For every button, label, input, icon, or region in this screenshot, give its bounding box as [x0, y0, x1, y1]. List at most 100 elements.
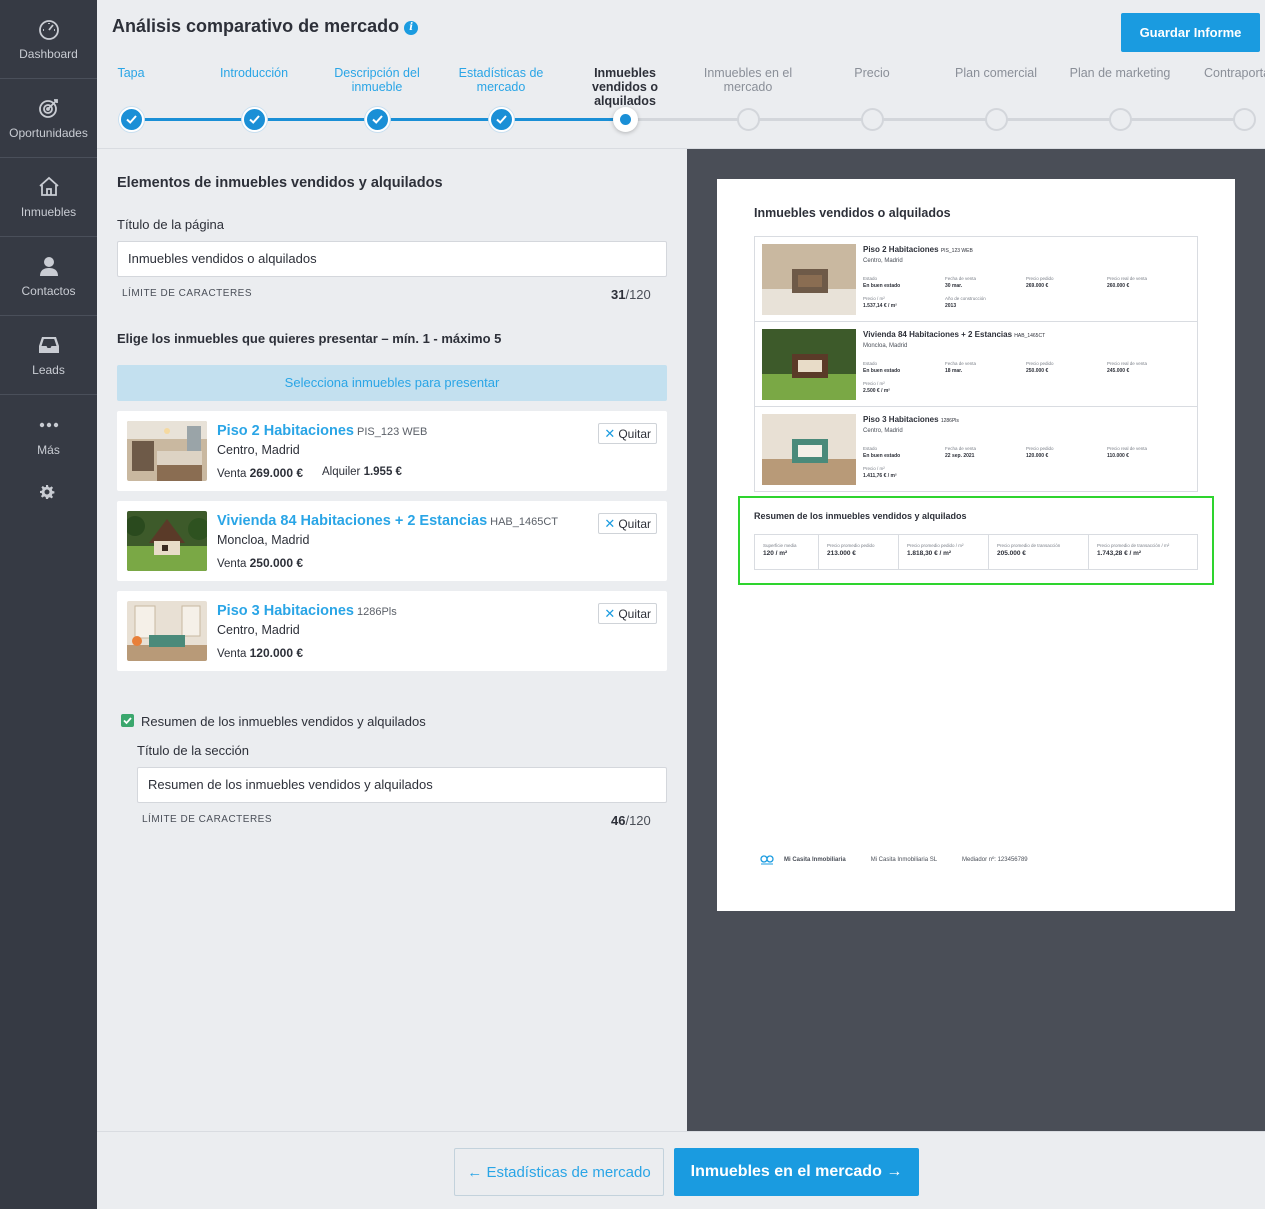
property-name[interactable]: Piso 3 Habitaciones 1286Pls	[217, 603, 397, 619]
stepper-connector	[131, 118, 254, 121]
sidebar-item-leads[interactable]: Leads	[0, 316, 97, 395]
rent-label: Alquiler	[322, 466, 361, 478]
arrow-left-icon: ←	[467, 1163, 483, 1181]
preview-field-value: 1.537,14 € / m²	[863, 303, 897, 309]
preview-field-label: Precio pedido	[1026, 276, 1054, 281]
property-ref: HAB_1465CT	[490, 516, 559, 528]
stepper-connector	[1120, 118, 1244, 121]
property-card: Piso 3 Habitaciones 1286Pls Centro, Madri…	[117, 591, 667, 671]
sidebar-item-label: Inmuebles	[20, 205, 77, 219]
step-8[interactable]: Plan comercial	[941, 66, 1051, 131]
stepper-connector	[748, 118, 872, 121]
step-4[interactable]: Estadísticas de mercado	[446, 66, 556, 132]
preview-field-label: Fecha de venta	[945, 361, 977, 366]
preview-panel: Inmuebles vendidos o alquilados Piso 2 H…	[687, 149, 1265, 1131]
info-icon[interactable]: i	[404, 21, 419, 35]
summary-value: 205.000 €	[997, 550, 1026, 557]
step-7[interactable]: Precio	[817, 66, 927, 131]
check-icon	[126, 115, 137, 124]
sidebar-item-inmuebles[interactable]: Inmuebles	[0, 158, 97, 237]
remove-property-button[interactable]: ✕ Quitar	[598, 513, 657, 534]
property-name[interactable]: Piso 2 Habitaciones PIS_123 WEB	[217, 423, 427, 439]
previous-step-button[interactable]: ← Estadísticas de mercado	[454, 1148, 664, 1196]
step-pending-indicator	[1109, 108, 1132, 131]
person-icon	[39, 257, 58, 276]
preview-field-value: 269.000 €	[1026, 283, 1049, 289]
preview-field-value: 250.000 €	[1026, 368, 1049, 374]
preview-field-value: 22 sep. 2021	[945, 453, 975, 459]
step-active-indicator	[613, 107, 638, 132]
stepper-connector	[872, 118, 996, 121]
sidebar-item-label: Contactos	[21, 284, 76, 298]
step-5[interactable]: Inmuebles vendidos o alquilados	[570, 66, 680, 132]
property-thumbnail	[127, 421, 207, 481]
property-name[interactable]: Vivienda 84 Habitaciones + 2 Estancias HA…	[217, 513, 558, 529]
preview-name-text: Piso 2 Habitaciones	[863, 245, 939, 254]
gear-icon[interactable]	[39, 484, 55, 500]
property-thumbnail	[127, 511, 207, 571]
sidebar-item-contactos[interactable]: Contactos	[0, 237, 97, 316]
preview-field-label: Estado	[863, 446, 878, 451]
save-report-button[interactable]: Guardar Informe	[1121, 13, 1260, 52]
preview-field-label: Estado	[863, 361, 878, 366]
section-heading: Elementos de inmuebles vendidos y alquil…	[117, 175, 443, 191]
sale-value: 250.000 €	[249, 556, 304, 570]
property-ref: PIS_123 WEB	[357, 426, 428, 438]
summary-label: Precio promedio de transacción / m²	[1097, 543, 1170, 548]
property-location: Centro, Madrid	[217, 623, 300, 637]
preview-property-image	[762, 244, 856, 315]
step-9[interactable]: Plan de marketing	[1065, 66, 1175, 131]
page-title-input[interactable]: Inmuebles vendidos o alquilados	[117, 241, 667, 277]
section-title-input[interactable]: Resumen de los inmuebles vendidos y alqu…	[137, 767, 667, 803]
step-10[interactable]: Contraportada	[1189, 66, 1265, 131]
preview-field-value: 120.000 €	[1026, 453, 1049, 459]
step-3[interactable]: Descripción del inmueble	[322, 66, 432, 132]
sidebar-item-mas[interactable]: Más	[0, 395, 97, 474]
remove-label: Quitar	[618, 427, 651, 441]
check-icon	[372, 115, 383, 124]
property-location: Moncloa, Madrid	[217, 533, 310, 547]
preview-property-row: Vivienda 84 Habitaciones + 2 Estancias H…	[755, 322, 1197, 407]
stepper-connector	[377, 118, 501, 121]
preview-property-row: Piso 2 Habitaciones PIS_123 WEB Centro, M…	[755, 237, 1197, 322]
char-max: /120	[625, 287, 651, 302]
close-icon: ✕	[604, 426, 616, 441]
select-properties-button[interactable]: Selecciona inmuebles para presentar	[117, 365, 667, 401]
section-title-label: Título de la sección	[137, 743, 250, 758]
editor-panel: Elementos de inmuebles vendidos y alquil…	[97, 149, 687, 1131]
check-icon	[496, 115, 507, 124]
summary-checkbox[interactable]	[121, 714, 134, 727]
preview-field-value: 18 mar.	[945, 368, 963, 374]
preview-property-location: Centro, Madrid	[863, 428, 903, 434]
preview-field-label: Precio real de venta	[1107, 361, 1148, 366]
previous-step-label: Estadísticas de mercado	[486, 1163, 651, 1181]
preview-ref: 1286Pls	[940, 418, 959, 424]
close-icon: ✕	[604, 516, 616, 531]
sidebar-item-label: Oportunidades	[9, 126, 88, 140]
remove-property-button[interactable]: ✕ Quitar	[598, 603, 657, 624]
sale-label: Venta	[217, 648, 247, 660]
step-6[interactable]: Inmuebles en el mercado	[693, 66, 803, 131]
step-label: Plan comercial	[955, 66, 1037, 80]
preview-property-location: Centro, Madrid	[863, 258, 903, 264]
next-step-button[interactable]: Inmuebles en el mercado →	[674, 1148, 919, 1196]
remove-property-button[interactable]: ✕ Quitar	[598, 423, 657, 444]
preview-field-label: Precio pedido	[1026, 446, 1054, 451]
property-ref: 1286Pls	[357, 606, 397, 618]
step-1[interactable]: Tapa	[76, 66, 186, 132]
preview-property-image	[762, 414, 856, 485]
property-rent-price: Alquiler 1.955 €	[322, 466, 402, 478]
page-title-label: Título de la página	[117, 217, 224, 232]
preview-field-value: 2013	[945, 303, 957, 309]
step-2[interactable]: Introducción	[199, 66, 309, 132]
summary-value: 213.000 €	[827, 550, 856, 557]
step-label: Descripción del inmueble	[334, 66, 420, 94]
char-max: /120	[625, 813, 651, 828]
preview-property-name: Piso 2 Habitaciones PIS_123 WEB	[863, 245, 973, 254]
sidebar-item-label: Más	[37, 442, 60, 457]
summary-checkbox-label[interactable]: Resumen de los inmuebles vendidos y alqu…	[141, 714, 426, 729]
property-name-text: Piso 2 Habitaciones	[217, 423, 354, 439]
preview-field-value: 30 mar.	[945, 283, 963, 289]
char-counter: 31/120	[611, 287, 651, 302]
bottom-nav: ← Estadísticas de mercado Inmuebles en e…	[97, 1131, 1265, 1209]
